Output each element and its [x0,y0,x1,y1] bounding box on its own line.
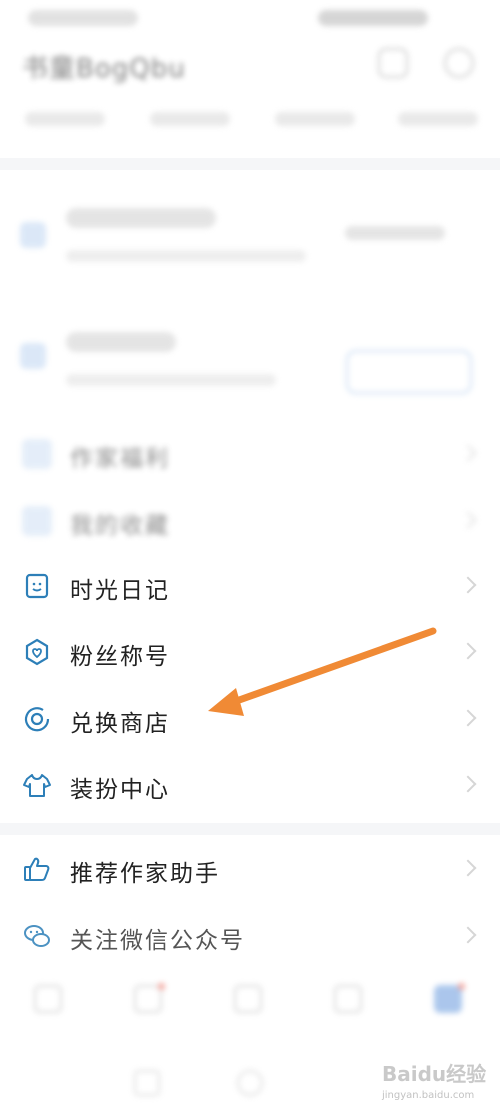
status-left [28,10,138,26]
menu-row-label: 装扮中心 [70,777,170,803]
menu-row-label: 粉丝称号 [70,644,170,670]
page-title: 书童BogQbu [22,54,186,84]
card-sub-1 [66,250,306,262]
menu-row-label: 我的收藏 [70,513,170,539]
settings-icon[interactable] [444,48,474,78]
menu-row-exchange-store[interactable]: 兑换商店 [0,690,500,750]
menu-row-label: 关注微信公众号 [70,928,245,954]
nav-item-4[interactable] [324,985,374,1045]
chevron-right-icon [459,576,477,594]
chevron-right-icon [459,444,477,462]
home-key[interactable] [237,1070,263,1096]
top-tabs [0,104,500,134]
chevron-right-icon [459,642,477,660]
chevron-right-icon [459,511,477,529]
nav-icon-me [434,985,462,1013]
menu-key[interactable] [134,1070,160,1096]
nav-icon-2 [134,985,162,1013]
nav-item-2[interactable] [124,983,174,1045]
menu-row-vip[interactable]: 作家福利 [0,425,500,485]
outfit-icon [23,774,51,797]
wechat-icon [24,925,50,947]
card-action-button[interactable] [346,350,472,394]
watermark-brand: Baidu经验 [382,1062,487,1086]
section-divider [0,823,500,835]
exchange-store-icon [24,707,50,732]
menu-row-recommend[interactable]: 推荐作家助手 [0,840,500,900]
notification-dot [158,983,165,990]
menu-row-label: 推荐作家助手 [70,861,220,887]
card-icon-2 [20,343,46,369]
nav-item-1[interactable] [24,985,74,1045]
menu-row-label: 时光日记 [70,578,170,604]
chevron-right-icon [459,775,477,793]
thumbs-up-icon [24,857,50,881]
tab-1[interactable] [25,112,105,126]
status-bar [0,0,500,40]
card-badge-1 [345,226,445,240]
vip-icon [22,439,52,469]
card-title-2 [66,332,176,352]
card-title-1 [66,208,216,228]
card-sub-2 [66,374,276,386]
watermark: Baidu经验 jingyan.baidu.com [382,1050,492,1105]
nav-icon-3 [234,985,262,1013]
chevron-right-icon [459,709,477,727]
bottom-nav [0,975,500,1055]
status-right [318,10,428,26]
section-divider [0,158,500,170]
menu-row-outfit-center[interactable]: 装扮中心 [0,756,500,816]
message-icon[interactable] [378,48,408,78]
watermark-site: jingyan.baidu.com [382,1090,475,1101]
menu-row-wechat[interactable]: 关注微信公众号 [0,907,500,967]
tab-3[interactable] [275,112,355,126]
notification-dot [458,983,465,990]
card-icon-1 [20,222,46,248]
nav-item-3[interactable] [224,985,274,1045]
menu-row-fan-title[interactable]: 粉丝称号 [0,623,500,683]
nav-item-me[interactable] [424,983,474,1045]
diary-icon [25,573,49,599]
favorites-icon [22,506,52,536]
nav-icon-1 [34,985,62,1013]
chevron-right-icon [459,859,477,877]
tab-2[interactable] [150,112,230,126]
menu-row-favorites[interactable]: 我的收藏 [0,492,500,552]
menu-row-diary[interactable]: 时光日记 [0,557,500,617]
chevron-right-icon [459,926,477,944]
menu-row-label: 作家福利 [70,446,170,472]
fan-badge-icon [25,638,49,666]
tab-4[interactable] [398,112,478,126]
nav-icon-4 [334,985,362,1013]
menu-row-label: 兑换商店 [70,711,170,737]
